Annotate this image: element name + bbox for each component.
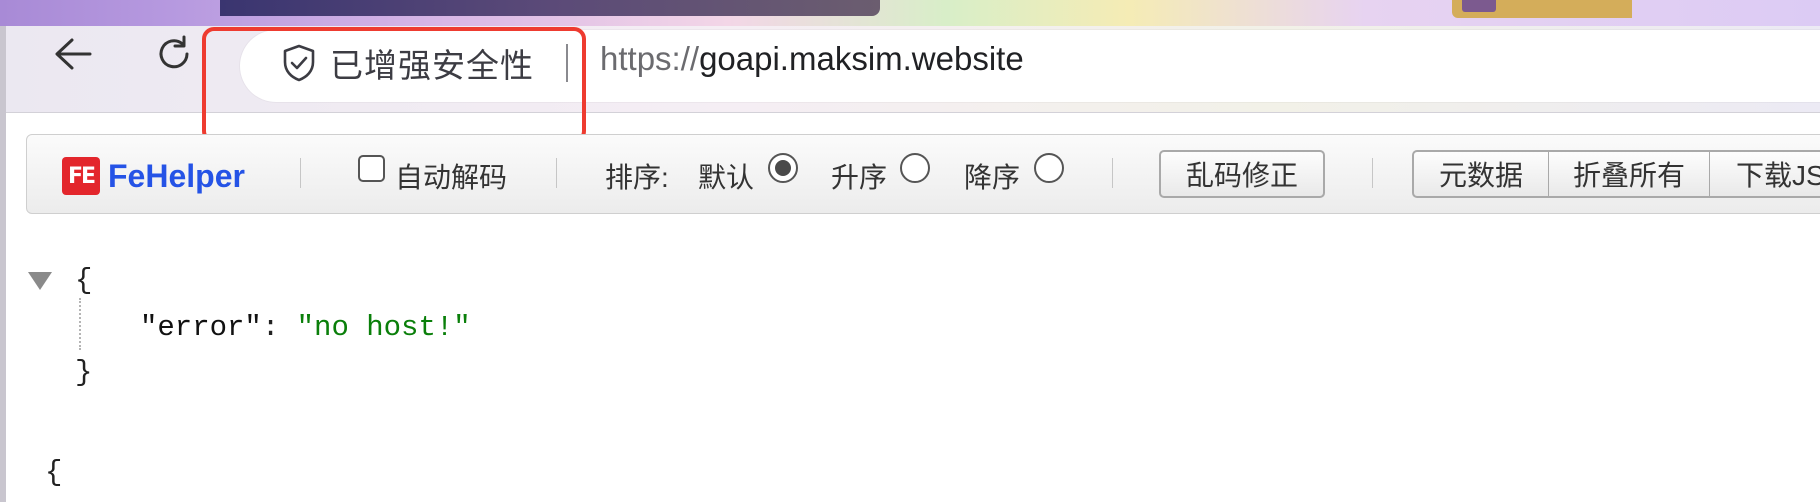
json-close-brace: } (75, 356, 93, 389)
auto-decode-label: 自动解码 (395, 162, 508, 193)
back-button[interactable] (50, 32, 94, 76)
sort-desc-radio[interactable] (1034, 153, 1064, 183)
fehelper-badge-icon: FE (62, 157, 100, 195)
sort-label: 排序: (605, 162, 669, 193)
toolbar-divider (1372, 158, 1373, 188)
reload-icon (159, 35, 189, 69)
annotation-highlight-box (202, 27, 586, 143)
browser-tab[interactable] (220, 0, 880, 16)
toolbar-divider (556, 158, 557, 188)
json-string-value: "no host!" (296, 311, 471, 344)
reload-button[interactable] (152, 32, 196, 76)
json-colon: : (261, 311, 297, 344)
toolbar-divider (1112, 158, 1113, 188)
raw-json-open-brace: { (45, 456, 63, 489)
toolbar-divider (300, 158, 301, 188)
json-indent-guide (79, 298, 81, 350)
collapse-all-button[interactable]: 折叠所有 (1548, 150, 1711, 198)
fehelper-name: FeHelper (108, 157, 245, 194)
fehelper-logo[interactable]: FE FeHelper (62, 157, 245, 195)
json-key: "error" (140, 311, 262, 344)
url-host: goapi.maksim.website (699, 40, 1024, 77)
metadata-button[interactable]: 元数据 (1412, 150, 1550, 198)
triangle-down-icon[interactable] (28, 272, 52, 290)
tab-favicon (1462, 0, 1496, 12)
json-open-brace: { (75, 264, 93, 297)
sort-default-label: 默认 (698, 162, 755, 193)
fix-garbled-button[interactable]: 乱码修正 (1159, 150, 1325, 198)
url-text[interactable]: https://goapi.maksim.website (600, 40, 1024, 78)
sort-default-radio[interactable] (768, 153, 798, 183)
download-json-button[interactable]: 下载JS (1709, 150, 1820, 198)
arrow-left-icon (55, 38, 92, 70)
sort-asc-radio[interactable] (900, 153, 930, 183)
sort-asc-label: 升序 (831, 162, 888, 193)
auto-decode-checkbox[interactable] (358, 155, 385, 182)
sort-desc-label: 降序 (964, 162, 1021, 193)
json-entry: "error": "no host!" (140, 311, 471, 344)
url-scheme: https:// (600, 40, 700, 77)
